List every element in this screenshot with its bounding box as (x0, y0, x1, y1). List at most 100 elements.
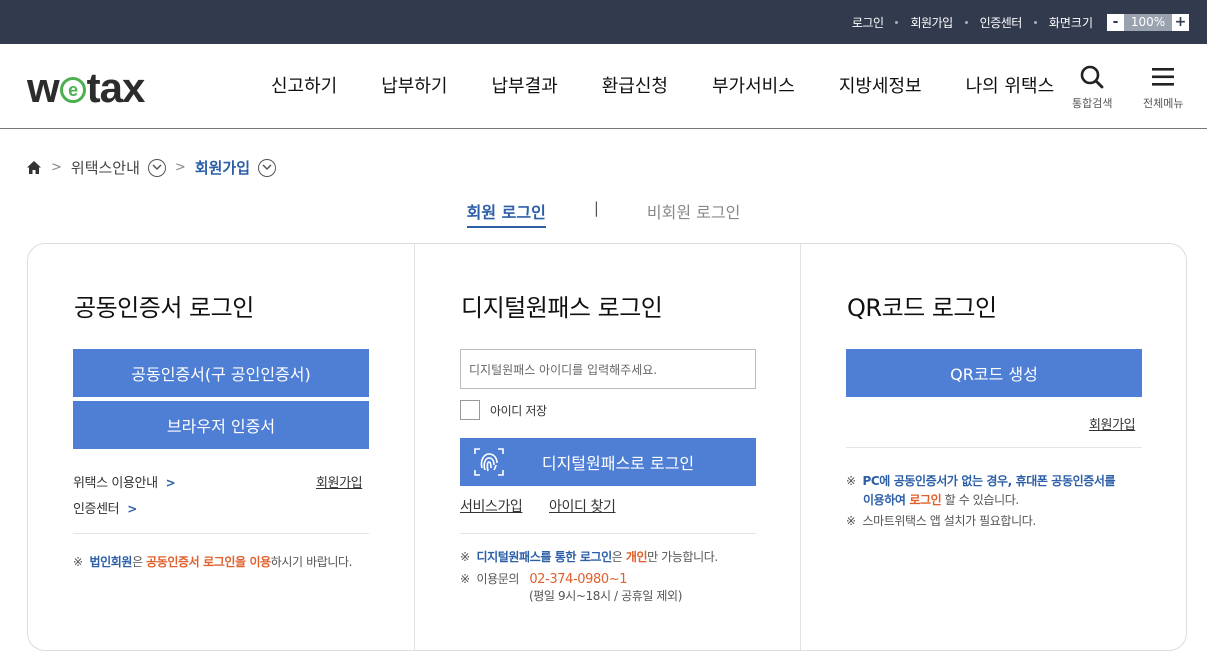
chevron-right-icon: > (127, 502, 137, 516)
chevron-right-icon: > (165, 476, 176, 490)
logo-text-tax: tax (86, 64, 146, 111)
zoom-control: - 100% + (1107, 13, 1189, 31)
onepass-note: ※ 디지털원패스를 통한 로그인은 개인만 가능합니다. (460, 548, 718, 567)
service-join-link[interactable]: 서비스가입 (460, 496, 523, 516)
save-id-checkbox[interactable] (460, 400, 480, 420)
top-login-link[interactable]: 로그인 (852, 14, 884, 31)
integrated-search-button[interactable]: 통합검색 (1072, 64, 1112, 111)
zoom-value: 100% (1124, 13, 1172, 31)
contact-phone: 02-374-0980~1 (529, 572, 628, 587)
hamburger-menu-icon (1152, 68, 1175, 86)
cert-login-section: 공동인증서 로그인 공동인증서(구 공인인증서) 브라우저 인증서 위택스 이용… (28, 244, 415, 650)
fingerprint-icon (474, 448, 504, 476)
note-mark: ※ (73, 555, 83, 569)
section-divider (73, 533, 369, 534)
chevron-down-icon[interactable] (258, 158, 277, 177)
login-type-tabs: 회원 로그인 | 비회원 로그인 (0, 199, 1207, 228)
nav-item-pay[interactable]: 납부하기 (381, 72, 447, 98)
tab-separator: | (593, 199, 599, 217)
search-label: 통합검색 (1072, 97, 1113, 110)
qr-login-section: QR코드 로그인 QR코드 생성 회원가입 ※ PC에 공동인증서가 없는 경우… (801, 244, 1186, 650)
qr-login-title: QR코드 로그인 (847, 294, 997, 322)
onepass-login-label: 디지털원패스로 로그인 (541, 454, 695, 473)
note-text: 하시기 바랍니다. (270, 555, 353, 569)
save-id-label: 아이디 저장 (490, 404, 547, 418)
chevron-down-icon[interactable] (147, 158, 166, 177)
cert-login-button[interactable]: 공동인증서(구 공인인증서) (73, 349, 369, 397)
note-login: 로그인 (909, 493, 942, 507)
qr-note-2: ※ 스마트위택스 앱 설치가 필요합니다. (846, 512, 1036, 531)
login-panel: 공동인증서 로그인 공동인증서(구 공인인증서) 브라우저 인증서 위택스 이용… (27, 243, 1187, 651)
logo-text-w: w (27, 64, 60, 111)
full-menu-button[interactable]: 전체메뉴 (1143, 64, 1183, 111)
cert-login-title: 공동인증서 로그인 (74, 294, 254, 322)
note-personal: 개인 (625, 550, 648, 564)
nav-item-my-wetax[interactable]: 나의 위택스 (966, 72, 1055, 98)
nav-item-extra-services[interactable]: 부가서비스 (712, 72, 795, 98)
chevron-right-icon: > (174, 160, 186, 175)
note-onepass-login: 디지털원패스를 통한 로그인 (476, 550, 613, 564)
note-mark: ※ (846, 474, 856, 488)
zoom-out-button[interactable]: - (1107, 13, 1124, 31)
note-use-via: 이용하여 (863, 493, 910, 507)
tab-nonmember-login[interactable]: 비회원 로그인 (647, 199, 740, 228)
chevron-right-icon: > (51, 160, 62, 175)
breadcrumb: > 위택스안내 > 회원가입 (26, 157, 277, 178)
logo-e-circle: e (59, 77, 86, 103)
contact-label: 이용문의 (476, 572, 520, 586)
breadcrumb-level1[interactable]: 위택스안내 (71, 157, 140, 178)
note-text: 할 수 있습니다. (941, 493, 1019, 507)
contact-hours: (평일 9시~18시 / 공휴일 제외) (529, 589, 682, 603)
screen-size-label: 화면크기 (1048, 15, 1093, 30)
home-icon[interactable] (26, 160, 42, 175)
onepass-id-input[interactable]: 디지털원패스 아이디를 입력해주세요. (460, 349, 756, 389)
note-cert-login: 공동인증서 로그인 (146, 555, 236, 569)
note-mark: ※ (460, 572, 470, 586)
note-app-required: 스마트위택스 앱 설치가 필요합니다. (862, 514, 1037, 528)
section-divider (460, 533, 756, 534)
utility-links: 로그인 회원가입 인증센터 화면크기 (852, 14, 1093, 31)
find-id-link[interactable]: 아이디 찾기 (549, 496, 616, 516)
note-mark: ※ (460, 550, 470, 564)
wetax-logo[interactable]: w e tax (27, 64, 145, 111)
note-text: 은 (132, 555, 147, 569)
cert-login-note: ※ 법인회원은 공동인증서 로그인을 이용하시기 바랍니다. (73, 553, 352, 572)
main-navigation: 신고하기 납부하기 납부결과 환급신청 부가서비스 지방세정보 나의 위택스 (250, 72, 1054, 98)
note-text: 은 (611, 550, 626, 564)
note-text: 만 가능합니다. (647, 550, 718, 564)
breadcrumb-level2[interactable]: 회원가입 (195, 157, 250, 178)
digital-login-title: 디지털원패스 로그인 (461, 294, 663, 322)
qr-note-1: ※ PC에 공동인증서가 없는 경우, 휴대폰 공동인증서를 (846, 472, 1116, 491)
wetax-guide-label: 위택스 이용안내 (73, 476, 158, 491)
cert-signup-link[interactable]: 회원가입 (316, 472, 363, 491)
utility-bar: 로그인 회원가입 인증센터 화면크기 - 100% + (0, 0, 1207, 44)
nav-item-refund[interactable]: 환급신청 (602, 72, 668, 98)
wetax-guide-link[interactable]: 위택스 이용안내 > (73, 472, 176, 491)
cert-center-link[interactable]: 인증센터 > (73, 498, 137, 517)
digital-onepass-section: 디지털원패스 로그인 디지털원패스 아이디를 입력해주세요. 아이디 저장 디지… (415, 244, 801, 650)
note-use: 이용 (249, 555, 271, 569)
separator-dot (895, 20, 899, 24)
separator-dot (964, 20, 968, 24)
top-signup-link[interactable]: 회원가입 (910, 14, 953, 31)
nav-item-local-tax-info[interactable]: 지방세정보 (839, 72, 922, 98)
note-corporate-member: 법인회원 (89, 555, 133, 569)
cert-center-label: 인증센터 (73, 502, 120, 517)
main-header: w e tax 신고하기 납부하기 납부결과 환급신청 부가서비스 지방세정보 나의… (0, 44, 1207, 129)
onepass-login-button[interactable]: 디지털원패스로 로그인 (460, 438, 756, 486)
qr-generate-button[interactable]: QR코드 생성 (846, 349, 1142, 397)
note-mark: ※ (846, 514, 856, 528)
note-no-cert: PC에 공동인증서가 없는 경우, 휴대폰 공동인증서를 (862, 474, 1116, 488)
search-icon (1080, 65, 1104, 89)
qr-note-1-cont: 이용하여 로그인 할 수 있습니다. (863, 491, 1019, 510)
browser-cert-button[interactable]: 브라우저 인증서 (73, 401, 369, 449)
section-divider (846, 447, 1142, 448)
nav-item-pay-result[interactable]: 납부결과 (492, 72, 558, 98)
zoom-in-button[interactable]: + (1172, 13, 1189, 31)
note-text: 을 (235, 555, 250, 569)
top-cert-center-link[interactable]: 인증센터 (980, 14, 1023, 31)
qr-signup-link[interactable]: 회원가입 (1089, 414, 1136, 433)
menu-label: 전체메뉴 (1143, 97, 1184, 110)
nav-item-report[interactable]: 신고하기 (271, 72, 337, 98)
tab-member-login[interactable]: 회원 로그인 (466, 199, 546, 228)
